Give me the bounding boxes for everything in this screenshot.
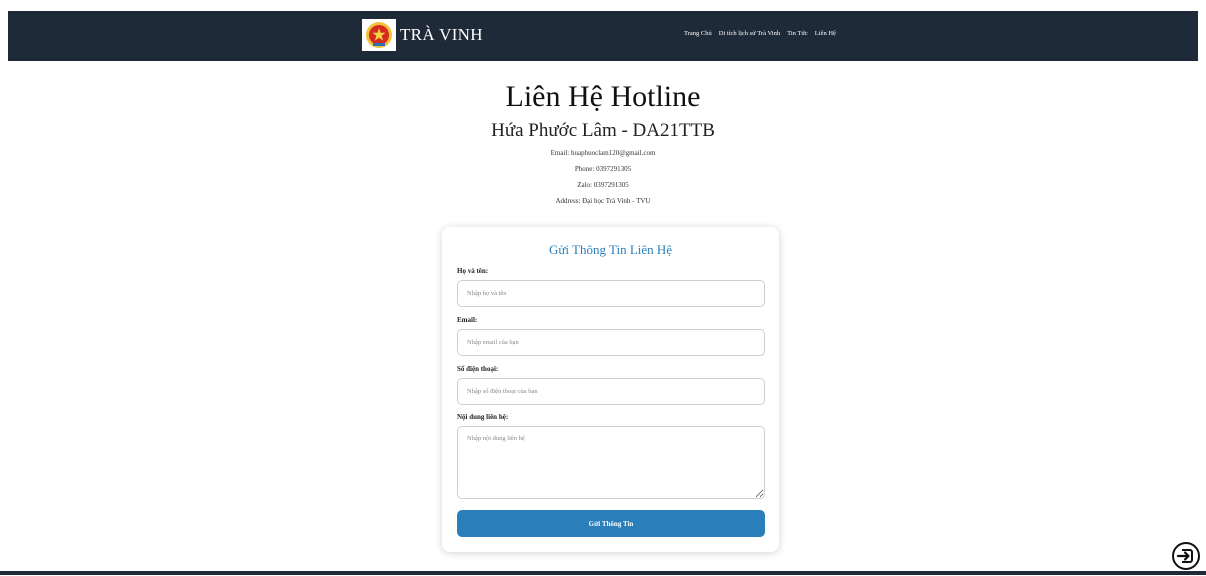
message-textarea[interactable] [457,426,765,499]
emblem-icon [362,19,396,51]
message-label: Nội dung liên hệ: [457,413,509,421]
contact-form-card: Gửi Thông Tin Liên Hệ Họ và tên: Email: … [442,227,779,552]
phone-input[interactable] [457,378,765,405]
brand[interactable]: TRÀ VINH [362,19,483,51]
nav-links: Trang Chủ Di tích lịch sử Trà Vinh Tin T… [684,30,836,37]
submit-button[interactable]: Gửi Thông Tin [457,510,765,537]
page-subtitle: Hứa Phước Lâm - DA21TTB [491,120,715,141]
phone-label: Số điện thoại: [457,365,499,373]
name-input[interactable] [457,280,765,307]
contact-zalo: Zalo: 0397291305 [577,181,629,189]
nav-item-contact[interactable]: Liên Hệ [815,30,836,37]
contact-address: Address: Đại học Trà Vinh - TVU [555,197,651,205]
page-title: Liên Hệ Hotline [505,80,701,113]
top-navbar: TRÀ VINH Trang Chủ Di tích lịch sử Trà V… [8,11,1198,61]
login-icon[interactable] [1171,541,1201,571]
contact-email: Email: huaphuoclam120@gmail.com [550,149,656,157]
nav-item-home[interactable]: Trang Chủ [684,30,712,37]
brand-name: TRÀ VINH [400,25,483,44]
email-input[interactable] [457,329,765,356]
nav-item-relics[interactable]: Di tích lịch sử Trà Vinh [719,30,780,37]
footer-bar [0,571,1206,575]
nav-item-news[interactable]: Tin Tức [787,30,808,37]
form-title: Gửi Thông Tin Liên Hệ [548,242,673,257]
name-label: Họ và tên: [457,267,489,275]
email-label: Email: [457,316,478,324]
contact-phone: Phone: 0397291305 [574,165,632,173]
